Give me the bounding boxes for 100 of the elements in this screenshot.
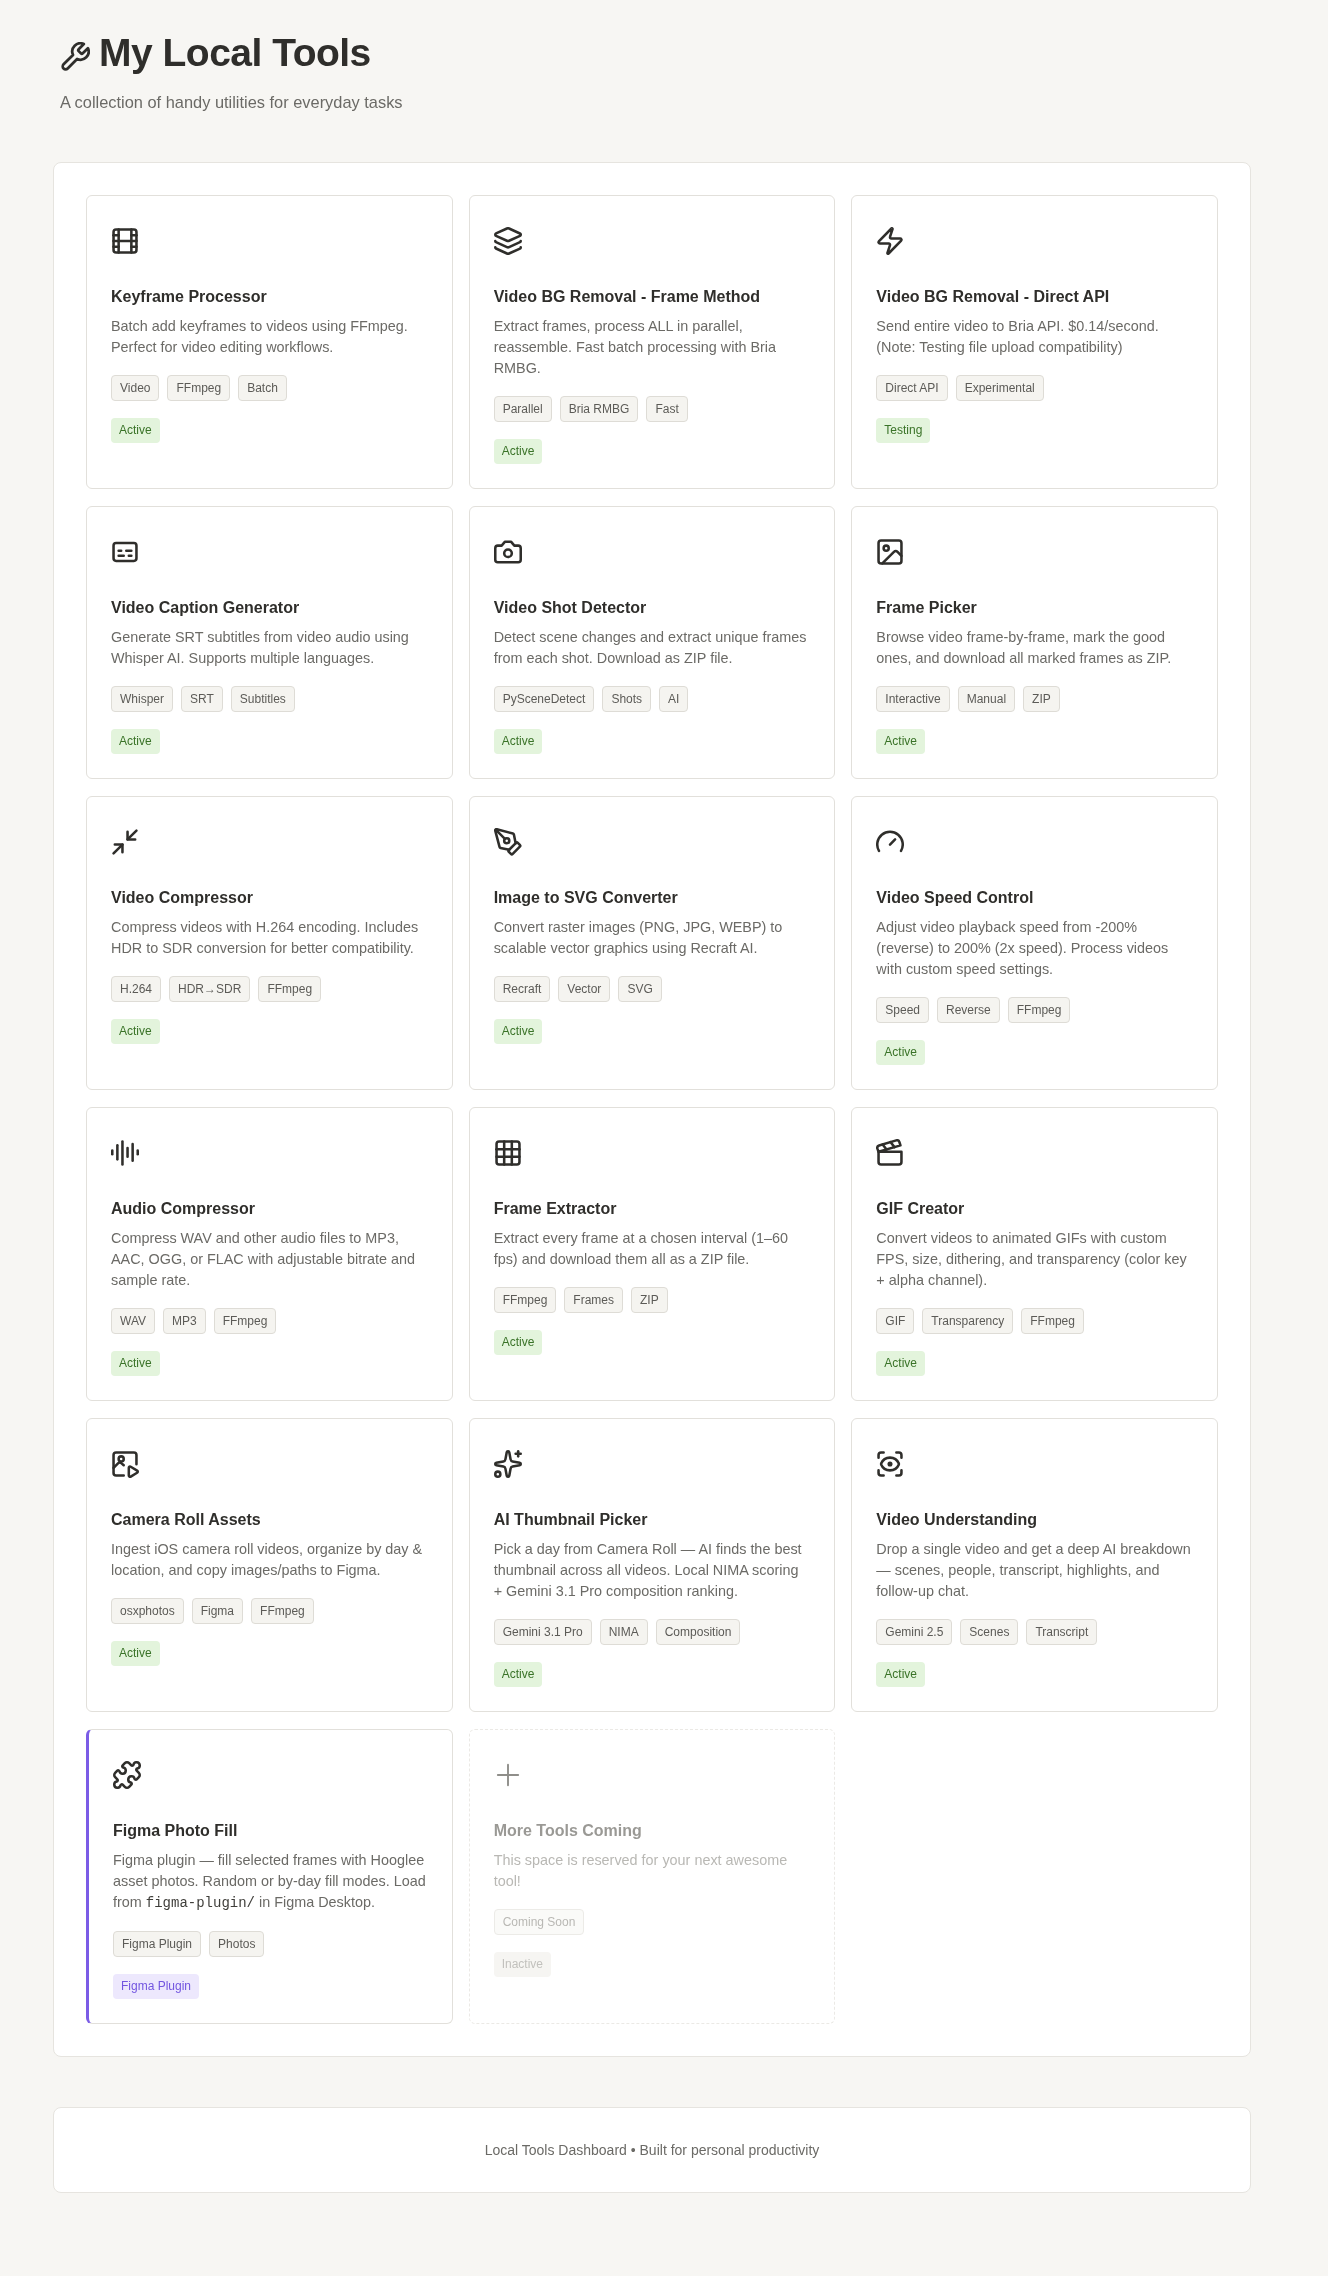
footer-text: Local Tools Dashboard • Built for personal productivity: [484, 2141, 820, 2160]
card-title: Figma Photo Fill: [113, 1821, 238, 1841]
tag: Photos: [209, 1931, 265, 1957]
tool-card[interactable]: Video Speed Control Adjust video playback speed from -200% (reverse) to 200% (2x speed). Process videos with custom speed settings. Speed Reverse FFmpeg Active: [851, 796, 1218, 1090]
card-description: Detect scene changes and extract unique frames from each shot. Download as ZIP file.: [493, 628, 808, 668]
card-description: Batch add keyframes to videos using FFmpeg. Perfect for video editing workflows.: [111, 317, 409, 357]
grid-icon: [493, 1139, 522, 1167]
lightning-icon: [876, 227, 905, 255]
tool-card[interactable]: Video Compressor Compress videos with H.264 encoding. Includes HDR to SDR conversion for better compatibility. H.264 HDR→SDR FFmpeg Active: [86, 796, 453, 1090]
card-description: Compress WAV and other audio files to MP3, AAC, OGG, or FLAC with adjustable bitrate and sample rate.: [111, 1229, 416, 1290]
page-title: My Local Tools: [99, 30, 371, 76]
card-title: Video Shot Detector: [493, 598, 647, 618]
tag: Speed: [876, 997, 930, 1023]
status-badge: Active: [876, 1351, 925, 1376]
tool-card[interactable]: Video Shot Detector Detect scene changes and extract unique frames from each shot. Download as ZIP file. PySceneDetect Shots AI Active: [468, 506, 836, 779]
card-title: Audio Compressor: [111, 1199, 255, 1219]
card-description: Pick a day from Camera Roll — AI finds the best thumbnail across all videos. Local NIMA scoring + Gemini 3.1 Pro composition ranking.: [493, 1540, 803, 1601]
clapperboard-icon: [876, 1139, 905, 1167]
tag: Transcript: [1026, 1619, 1098, 1645]
layers-icon: [493, 227, 522, 255]
tag: Direct API: [876, 375, 948, 401]
tag: FFmpeg: [493, 1287, 557, 1313]
status-badge: Testing: [876, 418, 931, 443]
card-title: Frame Picker: [876, 598, 977, 618]
tag: Transparency: [922, 1308, 1014, 1334]
tag: Whisper: [111, 686, 173, 712]
tag: Coming Soon: [493, 1909, 585, 1935]
card-description: Convert raster images (PNG, JPG, WEBP) to scalable vector graphics using Recraft AI.: [493, 918, 784, 958]
tag: H.264: [111, 976, 162, 1002]
status-badge: Figma Plugin: [113, 1974, 200, 1999]
card-title: Camera Roll Assets: [111, 1510, 261, 1530]
tag: AI: [659, 686, 689, 712]
puzzle-icon: [113, 1761, 141, 1789]
tag: Frames: [564, 1287, 623, 1313]
card-title: Video BG Removal - Frame Method: [493, 287, 761, 307]
tag: Scenes: [960, 1619, 1019, 1645]
card-description: Drop a single video and get a deep AI breakdown — scenes, people, transcript, highlights, and follow-up chat.: [876, 1540, 1192, 1601]
card-title: Frame Extractor: [493, 1199, 617, 1219]
status-badge: Active: [111, 1351, 160, 1376]
tag: Vector: [558, 976, 611, 1002]
card-title: AI Thumbnail Picker: [493, 1510, 648, 1530]
card-title: More Tools Coming: [493, 1821, 642, 1841]
tool-card[interactable]: AI Thumbnail Picker Pick a day from Camera Roll — AI finds the best thumbnail across all videos. Local NIMA scoring + Gemini 3.1 Pro composition ranking. Gemini 3.1 Pro NIMA Composition Active: [468, 1418, 836, 1712]
status-badge: Active: [876, 729, 925, 754]
eye-scan-icon: [876, 1450, 905, 1478]
card-description: Convert videos to animated GIFs with custom FPS, size, dithering, and transparency (color key + alpha channel).: [876, 1229, 1188, 1290]
tag: HDR→SDR: [169, 976, 251, 1002]
tag: Composition: [655, 1619, 741, 1645]
tool-card[interactable]: Video BG Removal - Direct API Send entire video to Bria API. $0.14/second. (Note: Testing file upload compatibility) Direct API Experimental Testing: [851, 195, 1218, 489]
card-description: Figma plugin — fill selected frames with Hooglee asset photos. Random or by-day fill modes. Load from figma-plugin/ in Figma Desktop.: [113, 1851, 427, 1913]
tag: GIF: [876, 1308, 915, 1334]
tool-card[interactable]: Video BG Removal - Frame Method Extract frames, process ALL in parallel, reassemble. Fast batch processing with Bria RMBG. Parallel Bria RMBG Fast Active: [468, 195, 836, 489]
status-badge: Active: [493, 439, 543, 464]
tool-card[interactable]: Video Caption Generator Generate SRT subtitles from video audio using Whisper AI. Supports multiple languages. Whisper SRT Subtitles Active: [86, 506, 453, 779]
card-title: Video Speed Control: [876, 888, 1034, 908]
tool-card[interactable]: Audio Compressor Compress WAV and other audio files to MP3, AAC, OGG, or FLAC with adjustable bitrate and sample rate. WAV MP3 FFmpeg Active: [86, 1107, 453, 1401]
tool-card[interactable]: Camera Roll Assets Ingest iOS camera roll videos, organize by day & location, and copy images/paths to Figma. osxphotos Figma FFmpeg Active: [86, 1418, 453, 1712]
tool-card[interactable]: Video Understanding Drop a single video and get a deep AI breakdown — scenes, people, transcript, highlights, and follow-up chat. Gemini 2.5 Scenes Transcript Active: [851, 1418, 1218, 1712]
tag: Manual: [957, 686, 1016, 712]
card-description: Ingest iOS camera roll videos, organize by day & location, and copy images/paths to Figma.: [111, 1540, 424, 1580]
card-title: Video Compressor: [111, 888, 253, 908]
arrows-inward-icon: [111, 828, 139, 856]
tool-card[interactable]: Figma Photo Fill Figma plugin — fill selected frames with Hooglee asset photos. Random or by-day fill modes. Load from figma-plugin/ in Figma Desktop. Figma Plugin Photos Figma Plugin: [86, 1729, 453, 2024]
tag: Shots: [602, 686, 652, 712]
card-title: Keyframe Processor: [111, 287, 267, 307]
tag: Gemini 2.5: [876, 1619, 953, 1645]
status-badge: Active: [111, 729, 160, 754]
tag: osxphotos: [111, 1598, 184, 1624]
tool-card[interactable]: Keyframe Processor Batch add keyframes to videos using FFmpeg. Perfect for video editing workflows. Video FFmpeg Batch Active: [86, 195, 453, 489]
card-title: Image to SVG Converter: [493, 888, 678, 908]
tool-card[interactable]: GIF Creator Convert videos to animated GIFs with custom FPS, size, dithering, and transparency (color key + alpha channel). GIF Transparency FFmpeg Active: [851, 1107, 1218, 1401]
sparkles-icon: [493, 1450, 522, 1478]
tag: FFmpeg: [1021, 1308, 1084, 1334]
waveform-icon: [111, 1139, 139, 1167]
camera-icon: [493, 538, 522, 566]
tag: FFmpeg: [167, 375, 231, 401]
image-play-icon: [111, 1450, 139, 1478]
card-description: Extract frames, process ALL in parallel, reassemble. Fast batch processing with Bria RMBG.: [493, 317, 777, 378]
card-description: Compress videos with H.264 encoding. Includes HDR to SDR conversion for better compatibility.: [111, 918, 420, 958]
card-title: GIF Creator: [876, 1199, 965, 1219]
card-description: Browse video frame-by-frame, mark the good ones, and download all marked frames as ZIP.: [876, 628, 1173, 668]
tag: PySceneDetect: [493, 686, 595, 712]
card-title: Video Caption Generator: [111, 598, 300, 618]
tag: Recraft: [493, 976, 551, 1002]
page-subtitle: A collection of handy utilities for everyday tasks: [60, 92, 404, 113]
tool-card[interactable]: Image to SVG Converter Convert raster images (PNG, JPG, WEBP) to scalable vector graphics using Recraft AI. Recraft Vector SVG Active: [468, 796, 836, 1090]
tag: Batch: [238, 375, 287, 401]
tag: Gemini 3.1 Pro: [493, 1619, 592, 1645]
tag: FFmpeg: [1007, 997, 1071, 1023]
tool-card[interactable]: Frame Extractor Extract every frame at a chosen interval (1–60 fps) and download them all as a ZIP file. FFmpeg Frames ZIP Active: [468, 1107, 836, 1401]
tool-card[interactable]: Frame Picker Browse video frame-by-frame, mark the good ones, and download all marked frames as ZIP. Interactive Manual ZIP Active: [851, 506, 1218, 779]
card-description: Send entire video to Bria API. $0.14/second. (Note: Testing file upload compatibility): [876, 317, 1160, 357]
image-icon: [876, 538, 905, 566]
tag: ZIP: [1023, 686, 1060, 712]
tag: Figma: [191, 1598, 244, 1624]
tag: MP3: [163, 1308, 206, 1334]
tag: NIMA: [599, 1619, 648, 1645]
status-badge: Active: [493, 1662, 543, 1687]
card-description: Adjust video playback speed from -200% (reverse) to 200% (2x speed). Process videos with custom speed settings.: [876, 918, 1170, 979]
status-badge: Active: [111, 1641, 160, 1666]
